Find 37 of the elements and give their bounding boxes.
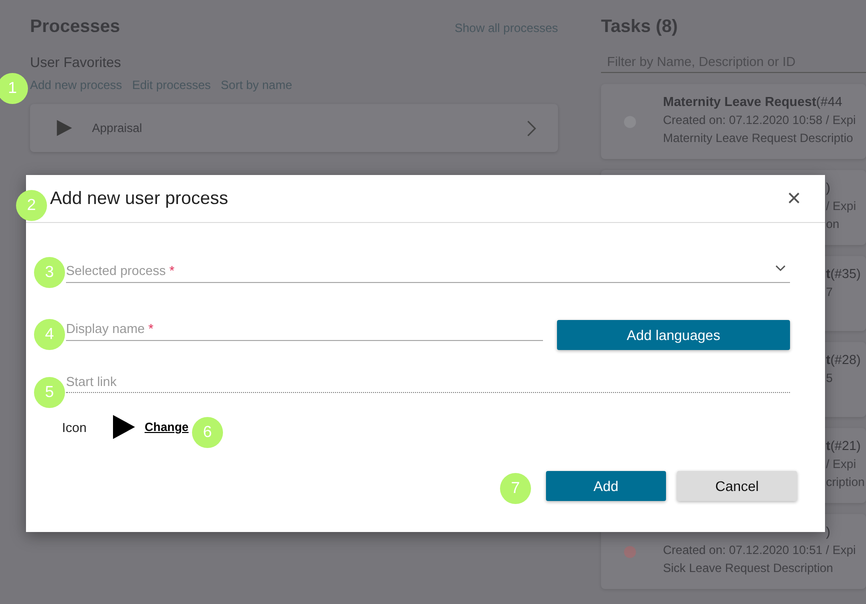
task-title: t(#28) [826, 352, 861, 367]
task-description: on [826, 217, 840, 231]
cancel-button[interactable]: Cancel [677, 471, 797, 501]
task-card[interactable]: Maternity Leave Request(#44 Created on: 07.12.2020 10:58 / Expi Maternity Leave Request Descriptio [601, 84, 866, 159]
task-created: / Expi [826, 199, 856, 213]
section-title: Tasks (8) [601, 16, 679, 37]
process-name: Appraisal [92, 121, 144, 135]
add-button[interactable]: Add [546, 471, 666, 501]
chevron-right-icon [527, 120, 536, 136]
task-title: Maternity Leave Request(#44 [663, 94, 842, 109]
task-created: Created on: 07.12.2020 10:58 / Expi [663, 113, 856, 127]
task-title: ) [826, 180, 830, 195]
play-icon [56, 119, 72, 137]
change-link[interactable]: Change [144, 420, 189, 434]
favorites-heading: User Favorites [30, 54, 122, 70]
step-marker: 1 [0, 73, 28, 104]
select-field[interactable]: Selected process * [66, 257, 790, 283]
icon-label: Icon [62, 420, 87, 434]
task-created: 5 [826, 371, 833, 385]
play-icon [112, 415, 135, 439]
add-languages-button[interactable]: Add languages [557, 320, 790, 350]
step-marker: 2 [16, 190, 47, 221]
favorite-card[interactable]: Appraisal [30, 104, 558, 152]
task-title: t(#35) [826, 266, 861, 281]
task-created: Created on: 07.12.2020 10:51 / Expi [663, 543, 856, 557]
task-description: Maternity Leave Request Descriptio [663, 131, 854, 145]
input-field[interactable]: Display name * [66, 315, 543, 341]
task-description: cription [826, 475, 865, 489]
caret-icon [775, 265, 786, 272]
task-description: Sick Leave Request Description [663, 561, 834, 575]
task-created: / Expi [826, 457, 856, 471]
task-title: ) [826, 524, 830, 539]
close-button[interactable]: × [782, 186, 805, 210]
dialog-title: Add new user process [50, 188, 228, 209]
section-title: Processes [30, 16, 120, 37]
task-created: 7 [826, 285, 833, 299]
task-title: t(#21) [826, 438, 861, 453]
